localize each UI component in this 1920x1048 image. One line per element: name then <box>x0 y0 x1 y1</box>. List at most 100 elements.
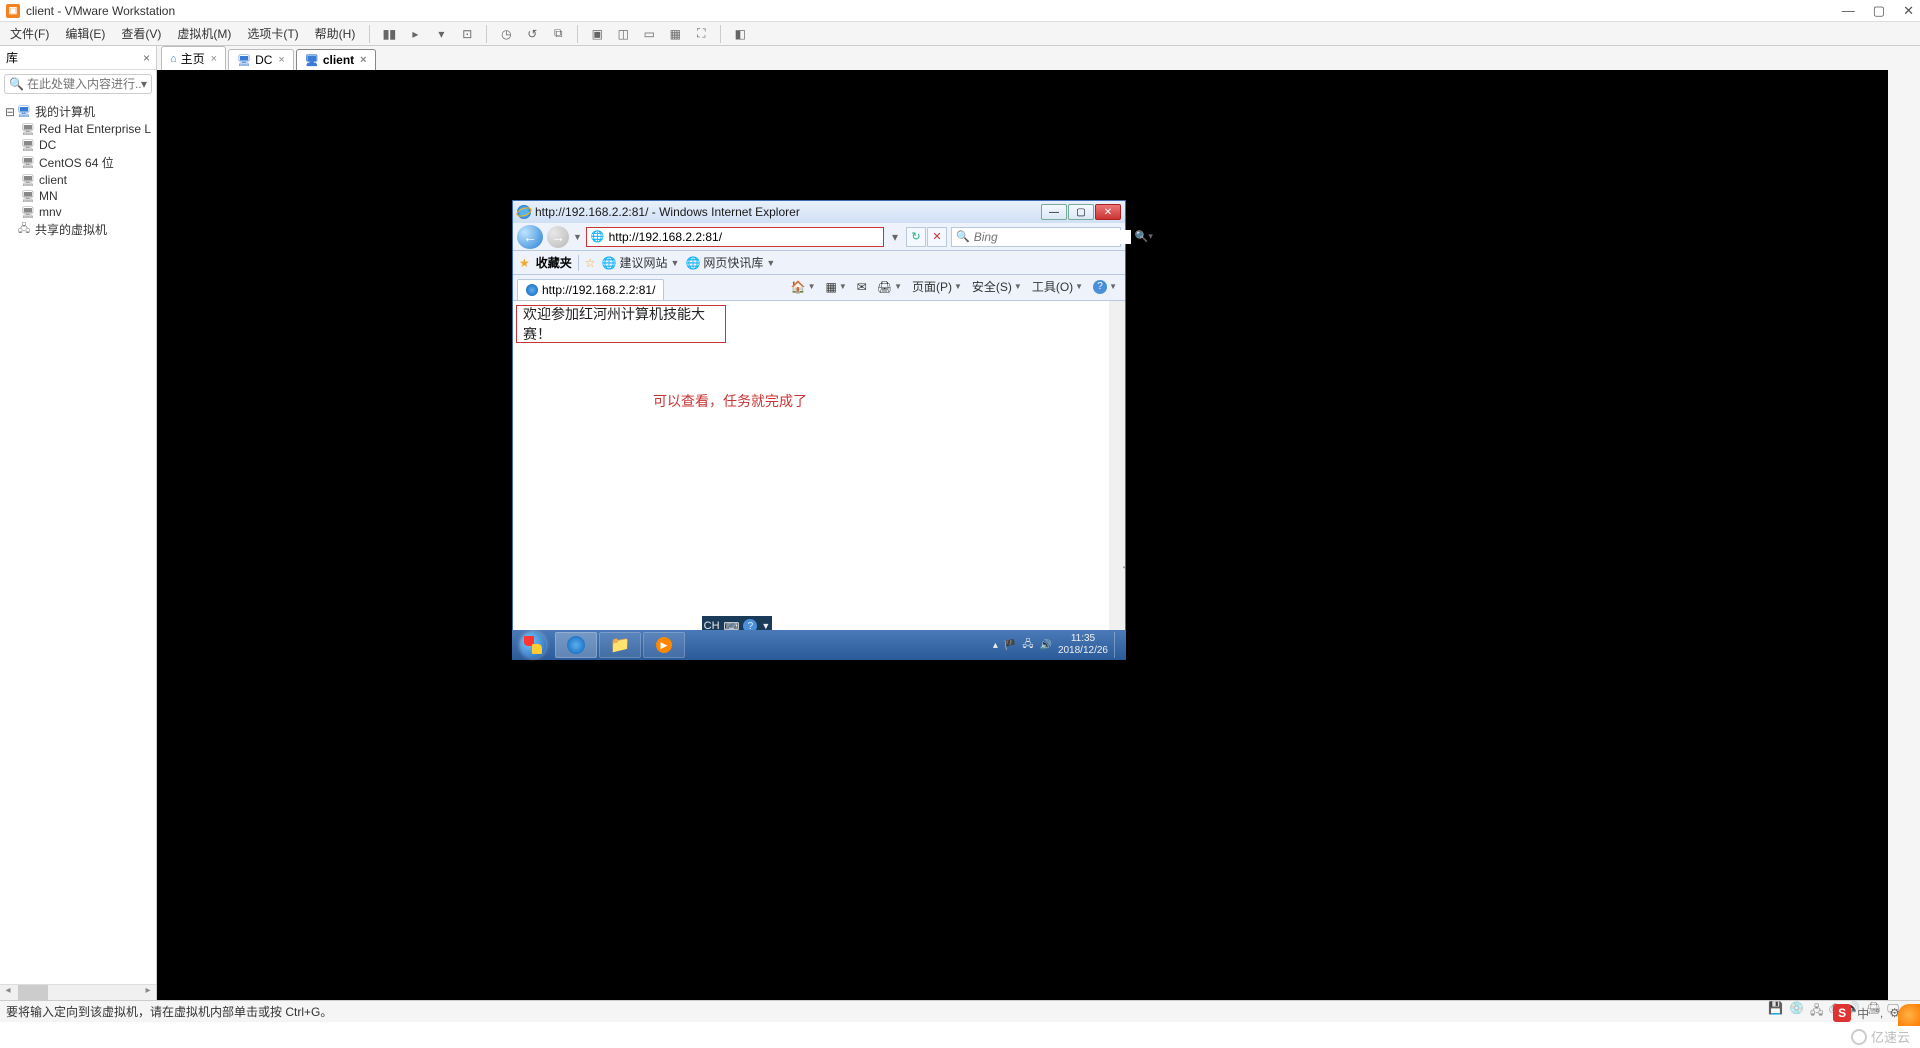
help-icon[interactable]: ?▼ <box>1089 278 1121 296</box>
action-center-icon[interactable]: 🏴 <box>1004 640 1016 651</box>
address-dropdown-icon[interactable]: ▾ <box>888 230 902 244</box>
stretch-icon[interactable]: ⛶ <box>692 25 710 43</box>
page-menu[interactable]: 页面(P)▼ <box>908 276 966 297</box>
menu-help[interactable]: 帮助(H) <box>311 23 360 44</box>
refresh-icon[interactable]: ↻ <box>906 227 926 247</box>
ie-close-button[interactable]: ✕ <box>1095 204 1121 220</box>
display-margin <box>1888 70 1920 1000</box>
ime-lang[interactable]: 中 <box>1857 1005 1869 1022</box>
tree-item-client[interactable]: 🖥client <box>2 172 154 188</box>
taskbar-explorer[interactable]: 📁 <box>599 632 641 658</box>
snapshot-manager-icon[interactable]: ⧉ <box>549 25 567 43</box>
ie-icon <box>517 205 531 219</box>
fav-webslice[interactable]: 🌐网页快讯库▼ <box>685 254 775 271</box>
menu-file[interactable]: 文件(F) <box>6 23 53 44</box>
network-icon[interactable]: 🖧 <box>1810 1001 1823 1022</box>
minimize-button[interactable]: — <box>1842 3 1855 19</box>
ie-maximize-button[interactable]: ▢ <box>1068 204 1094 220</box>
favorites-label[interactable]: 收藏夹 <box>536 254 572 271</box>
tray-expand-icon[interactable]: ▴ <box>993 640 998 651</box>
library-toggle-icon[interactable]: ◧ <box>731 25 749 43</box>
sidebar-scrollbar[interactable]: ◂ ▸ <box>0 984 156 1000</box>
pause-icon[interactable]: ▮▮ <box>380 25 398 43</box>
vm-icon: 🖥 <box>20 122 36 136</box>
library-search-input[interactable] <box>27 77 141 91</box>
forward-button[interactable]: → <box>547 226 569 248</box>
stop-icon[interactable]: ✕ <box>927 227 947 247</box>
hdd-icon[interactable]: 💾 <box>1768 1001 1783 1022</box>
tree-item-mnv[interactable]: 🖥mnv <box>2 204 154 220</box>
snapshot-revert-icon[interactable]: ↺ <box>523 25 541 43</box>
library-close-icon[interactable]: × <box>143 51 150 65</box>
tray-clock[interactable]: 11:35 2018/12/26 <box>1058 633 1108 657</box>
search-input[interactable] <box>974 230 1131 244</box>
library-search[interactable]: 🔍 ▾ <box>4 74 152 94</box>
address-bar[interactable]: 🌐 <box>586 227 884 247</box>
collapse-icon[interactable]: ⊟ <box>4 105 16 119</box>
search-go-icon[interactable]: 🔍 <box>1135 230 1149 243</box>
tree-label: 共享的虚拟机 <box>35 221 107 238</box>
scroll-right-icon[interactable]: ▸ <box>140 985 156 1000</box>
send-cad-icon[interactable]: ⊡ <box>458 25 476 43</box>
tree-item-dc[interactable]: 🖥DC <box>2 137 154 153</box>
close-button[interactable]: ✕ <box>1903 3 1914 19</box>
show-desktop[interactable] <box>1114 632 1122 658</box>
power-dropdown-icon[interactable]: ▾ <box>432 25 450 43</box>
menu-edit[interactable]: 编辑(E) <box>61 23 109 44</box>
search-dropdown-icon[interactable]: ▾ <box>1148 231 1153 242</box>
ie-page-content: 欢迎参加红河州计算机技能大赛！ 可以查看，任务就完成了 ↔ <box>513 301 1125 639</box>
taskbar-wmp[interactable]: ▶ <box>643 632 685 658</box>
back-button[interactable]: ← <box>517 225 543 249</box>
volume-icon[interactable]: 🔊 <box>1039 640 1051 651</box>
ie-tab[interactable]: http://192.168.2.2:81/ <box>517 279 664 300</box>
ie-scrollbar[interactable] <box>1109 301 1125 639</box>
snapshot-icon[interactable]: ◷ <box>497 25 515 43</box>
tab-dc[interactable]: 🖥DC× <box>228 49 294 70</box>
ime-punct-icon[interactable]: °, <box>1875 1006 1883 1020</box>
taskbar-ie[interactable] <box>555 632 597 658</box>
tab-close-icon[interactable]: × <box>360 54 366 66</box>
nav-dropdown-icon[interactable]: ▼ <box>573 232 582 242</box>
menu-view[interactable]: 查看(V) <box>117 23 165 44</box>
ie-minimize-button[interactable]: — <box>1041 204 1067 220</box>
tree-shared-vms[interactable]: 🖧 共享的虚拟机 <box>2 220 154 239</box>
tab-home[interactable]: ⌂主页× <box>161 46 226 70</box>
vm-display[interactable]: http://192.168.2.2:81/ - Windows Interne… <box>157 70 1920 1000</box>
tree-item-centos[interactable]: 🖥CentOS 64 位 <box>2 153 154 172</box>
console-view-icon[interactable]: ▭ <box>640 25 658 43</box>
search-dropdown-icon[interactable]: ▾ <box>141 77 147 91</box>
address-input[interactable] <box>609 230 879 244</box>
start-button[interactable] <box>512 630 554 660</box>
feeds-icon[interactable]: ▦▼ <box>822 278 851 296</box>
thumbnail-icon[interactable]: ▦ <box>666 25 684 43</box>
menu-vm[interactable]: 虚拟机(M) <box>173 23 235 44</box>
resize-handle-icon[interactable]: ↔ <box>1121 561 1125 572</box>
tools-menu[interactable]: 工具(O)▼ <box>1028 276 1087 297</box>
fullscreen-icon[interactable]: ▣ <box>588 25 606 43</box>
maximize-button[interactable]: ▢ <box>1873 3 1885 19</box>
scroll-thumb[interactable] <box>18 985 48 1000</box>
tree-item-mn[interactable]: 🖥MN <box>2 188 154 204</box>
fav-add-icon[interactable]: ☆ <box>585 256 596 270</box>
search-bar[interactable]: 🔍 🔍 ▾ <box>951 227 1121 247</box>
menu-tabs[interactable]: 选项卡(T) <box>243 23 302 44</box>
tab-close-icon[interactable]: × <box>278 54 284 66</box>
print-icon[interactable]: 🖨▼ <box>873 278 906 296</box>
tab-close-icon[interactable]: × <box>211 53 217 65</box>
safety-menu[interactable]: 安全(S)▼ <box>968 276 1026 297</box>
ie-titlebar[interactable]: http://192.168.2.2:81/ - Windows Interne… <box>513 201 1125 223</box>
unity-icon[interactable]: ◫ <box>614 25 632 43</box>
home-icon[interactable]: 🏠▼ <box>787 278 820 296</box>
scroll-left-icon[interactable]: ◂ <box>0 985 16 1000</box>
play-icon[interactable]: ▸ <box>406 25 424 43</box>
fav-suggested[interactable]: 🌐建议网站▼ <box>602 254 680 271</box>
network-icon[interactable]: 🖧 <box>1022 637 1033 654</box>
favorites-star-icon[interactable]: ★ <box>519 256 530 270</box>
cd-icon[interactable]: 💿 <box>1789 1001 1804 1022</box>
tree-my-computer[interactable]: ⊟ 🖥 我的计算机 <box>2 102 154 121</box>
tab-client[interactable]: 🖥client× <box>296 49 376 70</box>
folder-icon: 📁 <box>610 635 630 655</box>
read-mail-icon[interactable]: ✉ <box>853 278 871 296</box>
sogou-ime-icon[interactable]: S <box>1833 1004 1851 1022</box>
tree-item-redhat[interactable]: 🖥Red Hat Enterprise L <box>2 121 154 137</box>
